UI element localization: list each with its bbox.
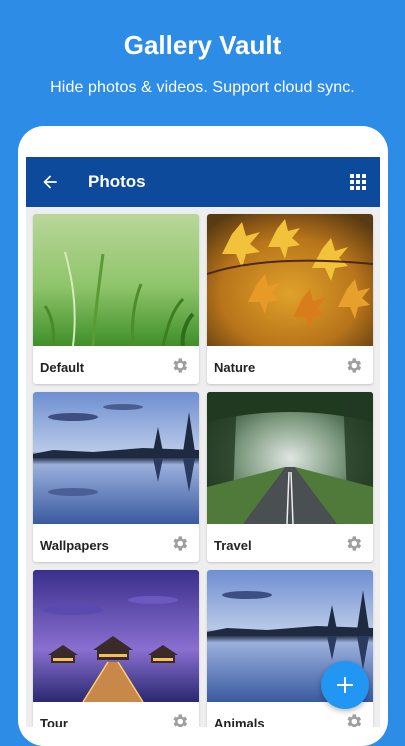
gear-icon[interactable] — [170, 356, 189, 375]
album-thumbnail-lake — [33, 392, 199, 524]
gear-icon[interactable] — [344, 356, 363, 375]
album-label: Default — [40, 360, 85, 375]
album-label: Animals — [214, 716, 265, 727]
album-thumbnail-leaves — [207, 214, 373, 346]
album-label: Tour — [40, 716, 68, 727]
page-title: Photos — [88, 172, 146, 191]
album-label: Nature — [214, 360, 256, 375]
album-thumbnail-road — [207, 392, 373, 524]
promo-title: Gallery Vault — [123, 30, 282, 60]
album-card-tour[interactable]: Tour — [33, 570, 199, 727]
album-label: Wallpapers — [40, 538, 109, 553]
album-label: Travel — [214, 538, 252, 553]
album-card-nature[interactable]: Nature — [207, 214, 373, 384]
album-card-default[interactable]: Default — [33, 214, 199, 384]
album-card-travel[interactable]: Travel — [207, 392, 373, 562]
app-bar: Photos — [26, 157, 380, 207]
album-card-wallpapers[interactable]: Wallpapers — [33, 392, 199, 562]
plus-icon — [337, 677, 353, 693]
album-thumbnail-bungalows — [33, 570, 199, 702]
promo-subtitle: Hide photos & videos. Support cloud sync… — [50, 79, 355, 96]
gear-icon[interactable] — [344, 534, 363, 553]
add-album-button[interactable] — [321, 661, 369, 709]
back-arrow-icon[interactable] — [40, 172, 60, 192]
album-thumbnail-grass — [33, 214, 199, 346]
gear-icon[interactable] — [170, 534, 189, 553]
app-screen: Photos Default Nature Wallpapers Travel … — [26, 157, 380, 727]
grid-view-icon[interactable] — [350, 174, 366, 190]
